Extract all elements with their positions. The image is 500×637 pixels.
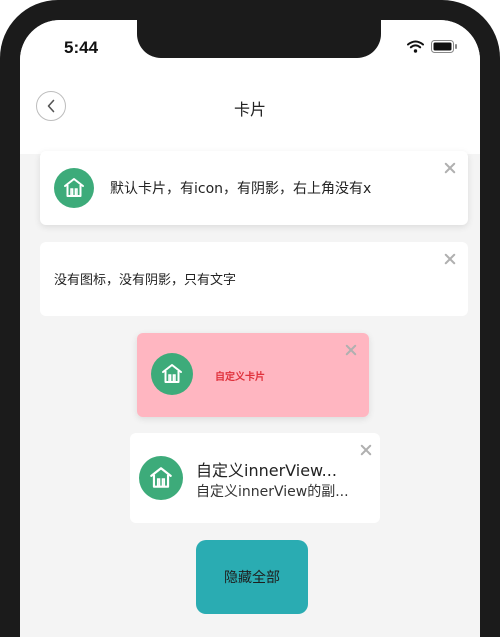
phone-frame: 5:44 卡片 默认卡片，有icon，有阴影，右上角没有x 没有图标，没有阴影，… [0, 0, 500, 637]
close-icon[interactable] [444, 162, 456, 174]
battery-icon [431, 40, 457, 53]
page-title: 卡片 [233, 100, 266, 119]
home-icon [151, 353, 193, 395]
close-icon[interactable] [345, 344, 357, 356]
nav-bar: 卡片 [20, 76, 480, 154]
home-icon [139, 456, 183, 500]
close-icon[interactable] [444, 253, 456, 265]
home-icon [54, 168, 94, 208]
text-only-card-text: 没有图标，没有阴影，只有文字 [54, 273, 237, 288]
text-only-card[interactable]: 没有图标，没有阴影，只有文字 [40, 242, 468, 316]
status-bar: 5:44 [20, 20, 480, 76]
custom-card-text: 自定义卡片 [215, 372, 265, 383]
default-card[interactable]: 默认卡片，有icon，有阴影，右上角没有x [40, 151, 468, 225]
inner-view-card[interactable]: 自定义innerView... 自定义innerView的副... [130, 433, 380, 523]
screen: 5:44 卡片 默认卡片，有icon，有阴影，右上角没有x 没有图标，没有阴影，… [20, 20, 480, 637]
inner-view-card-subtitle: 自定义innerView的副... [196, 484, 349, 500]
wifi-icon [407, 40, 424, 53]
inner-view-card-title: 自定义innerView... [196, 461, 337, 480]
system-icons [407, 40, 458, 53]
default-card-text: 默认卡片，有icon，有阴影，右上角没有x [110, 181, 372, 197]
custom-card[interactable]: 自定义卡片 [137, 333, 369, 417]
status-time: 5:44 [64, 38, 99, 57]
notch [137, 20, 381, 58]
hide-all-button[interactable]: 隐藏全部 [196, 540, 308, 614]
close-icon[interactable] [360, 444, 372, 456]
